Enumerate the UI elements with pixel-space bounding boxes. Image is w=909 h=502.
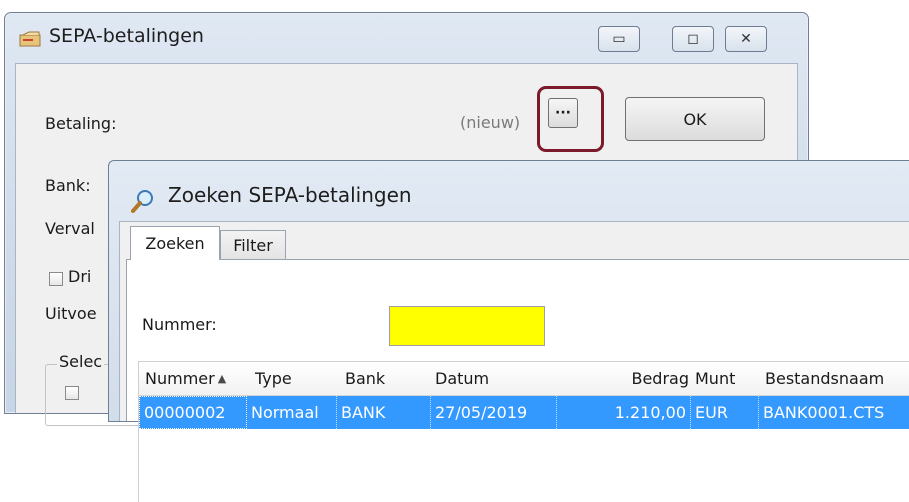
- bank-label: Bank:: [45, 176, 91, 195]
- column-header-type[interactable]: Type: [255, 362, 335, 395]
- ok-button[interactable]: OK: [625, 97, 765, 141]
- tab-zoeken[interactable]: Zoeken: [130, 226, 220, 260]
- grid-header: Nummer ▲ Type Bank Datum Bedrag Munt Bes…: [139, 362, 909, 396]
- betaling-field[interactable]: (nieuw): [454, 106, 548, 138]
- selectie-checkbox[interactable]: [65, 386, 79, 400]
- nummer-input[interactable]: [389, 306, 545, 346]
- window-title: SEPA-betalingen: [49, 25, 204, 47]
- column-header-bank[interactable]: Bank: [345, 362, 425, 395]
- minimize-icon: ▭: [612, 31, 626, 47]
- column-header-nummer[interactable]: Nummer ▲: [145, 362, 253, 395]
- close-icon: ✕: [740, 31, 752, 47]
- browse-button[interactable]: ···: [548, 98, 578, 128]
- zoeken-sepa-betalingen-window: Zoeken SEPA-betalingen Zoeken Filter Num…: [108, 160, 909, 502]
- column-header-munt[interactable]: Munt: [695, 362, 759, 395]
- dri-checkbox[interactable]: [49, 272, 63, 286]
- maximize-icon: ◻: [687, 31, 699, 47]
- nummer-label: Nummer:: [142, 315, 217, 334]
- column-header-bedrag[interactable]: Bedrag: [559, 362, 689, 395]
- zoeken-tab-panel: Nummer: Nummer ▲ Type Bank Datum Bedrag …: [126, 259, 909, 502]
- search-window-title: Zoeken SEPA-betalingen: [168, 183, 412, 207]
- search-client-area: Zoeken Filter Nummer: Nummer ▲ Type Bank…: [119, 221, 909, 502]
- column-header-label: Nummer: [145, 369, 215, 388]
- tab-filter[interactable]: Filter: [220, 230, 286, 260]
- column-header-datum[interactable]: Datum: [435, 362, 555, 395]
- sort-ascending-icon: ▲: [217, 372, 227, 385]
- minimize-button[interactable]: ▭: [598, 26, 640, 52]
- app-icon: [19, 31, 41, 47]
- betaling-label: Betaling:: [45, 114, 117, 133]
- maximize-button[interactable]: ◻: [672, 26, 714, 52]
- results-grid: Nummer ▲ Type Bank Datum Bedrag Munt Bes…: [138, 361, 909, 502]
- selec-label: Selec: [57, 352, 105, 371]
- close-button[interactable]: ✕: [725, 26, 767, 52]
- uitvoe-label: Uitvoe: [45, 304, 97, 323]
- search-icon: [131, 190, 153, 213]
- dri-label: Dri: [68, 267, 92, 286]
- verval-label: Verval: [45, 219, 95, 238]
- column-header-bestandsnaam[interactable]: Bestandsnaam: [765, 362, 909, 395]
